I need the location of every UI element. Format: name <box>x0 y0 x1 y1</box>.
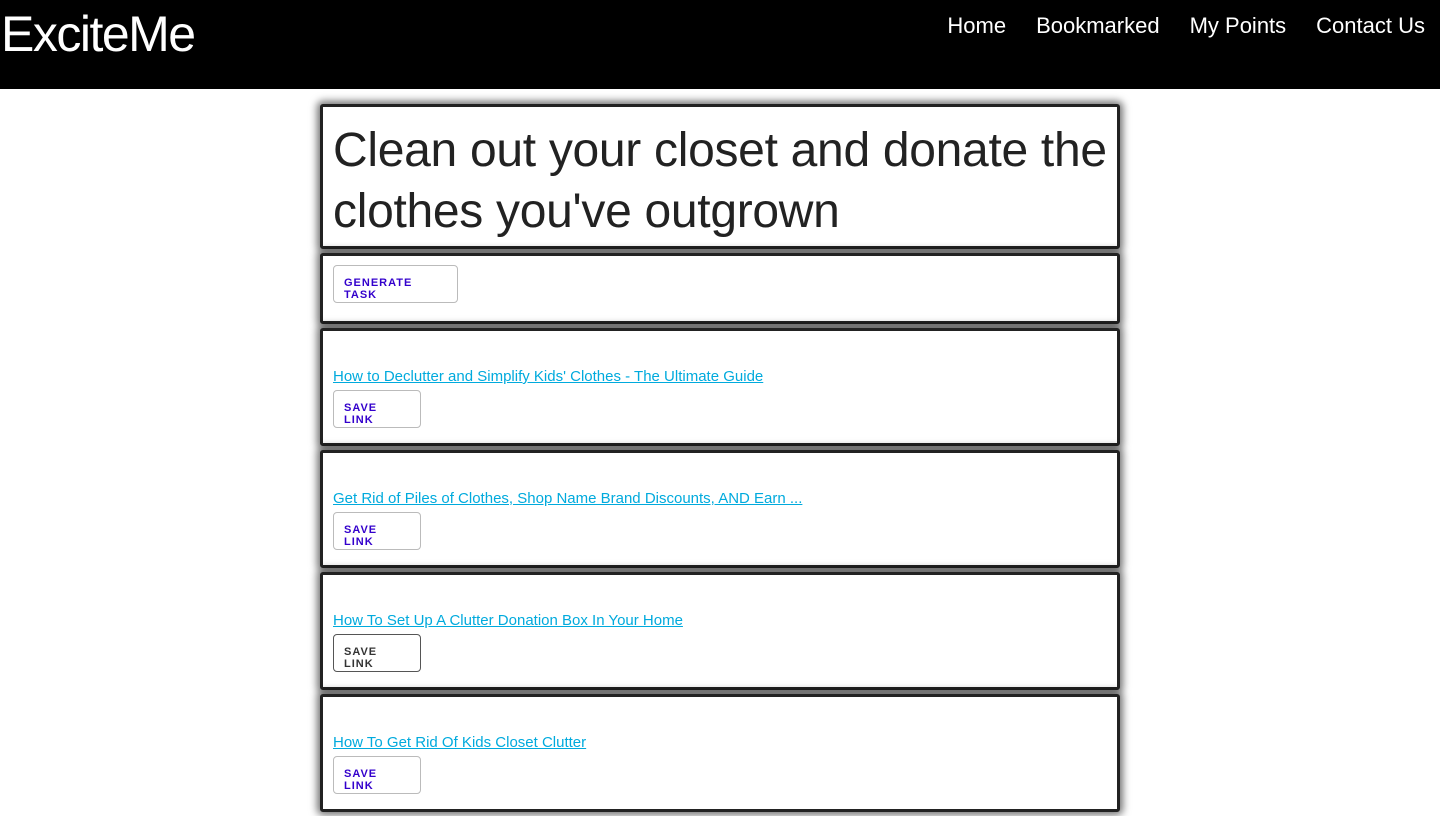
result-card: How To Set Up A Clutter Donation Box In … <box>320 572 1120 690</box>
result-link[interactable]: Get Rid of Piles of Clothes, Shop Name B… <box>333 490 802 508</box>
result-card: Get Rid of Piles of Clothes, Shop Name B… <box>320 450 1120 568</box>
save-link-button[interactable]: SAVE LINK <box>333 390 421 428</box>
top-navbar: ExciteMe Home Bookmarked My Points Conta… <box>0 0 1440 89</box>
result-link[interactable]: How To Get Rid Of Kids Closet Clutter <box>333 734 586 752</box>
save-link-button[interactable]: SAVE LINK <box>333 634 421 672</box>
result-link[interactable]: How To Set Up A Clutter Donation Box In … <box>333 612 683 630</box>
result-card: How to Declutter and Simplify Kids' Clot… <box>320 328 1120 446</box>
nav-link-contact-us[interactable]: Contact Us <box>1316 13 1425 39</box>
save-link-button[interactable]: SAVE LINK <box>333 512 421 550</box>
nav-links: Home Bookmarked My Points Contact Us <box>947 13 1425 39</box>
generate-card: GENERATE TASK <box>320 253 1120 324</box>
result-link[interactable]: How to Declutter and Simplify Kids' Clot… <box>333 368 763 386</box>
nav-link-my-points[interactable]: My Points <box>1190 13 1287 39</box>
brand-logo[interactable]: ExciteMe <box>1 4 196 64</box>
task-card: Clean out your closet and donate the clo… <box>320 104 1120 249</box>
nav-link-bookmarked[interactable]: Bookmarked <box>1036 13 1160 39</box>
task-title: Clean out your closet and donate the clo… <box>333 124 1107 238</box>
result-card: How To Get Rid Of Kids Closet Clutter SA… <box>320 694 1120 812</box>
generate-task-button[interactable]: GENERATE TASK <box>333 265 458 303</box>
nav-link-home[interactable]: Home <box>947 13 1006 39</box>
main-content: Clean out your closet and donate the clo… <box>320 104 1120 816</box>
save-link-button[interactable]: SAVE LINK <box>333 756 421 794</box>
